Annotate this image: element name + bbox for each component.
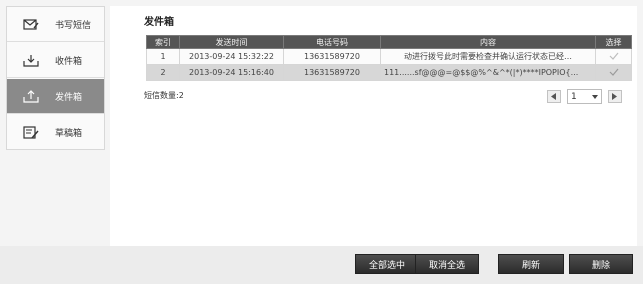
cell-content[interactable]: 动进行拨号此时需要检查并确认运行状态已经… (380, 48, 596, 65)
prev-page-button[interactable] (547, 90, 561, 103)
chevron-down-icon (592, 94, 598, 99)
cell-index: 1 (146, 48, 180, 65)
cell-phone: 13631589720 (283, 64, 381, 81)
table-header-row: 索引 发送时间 电话号码 内容 选择 (146, 35, 632, 49)
sidebar-item-inbox[interactable]: 收件箱 (7, 43, 104, 78)
sidebar-item-compose[interactable]: 书写短信 (7, 7, 104, 42)
sidebar-item-label: 发件箱 (55, 92, 83, 103)
column-header-index: 索引 (146, 35, 180, 49)
sidebar-item-label: 书写短信 (55, 20, 92, 31)
page-select[interactable]: 1 (567, 89, 602, 104)
select-checkbox[interactable] (595, 64, 632, 81)
sidebar-item-outbox[interactable]: 发件箱 (7, 79, 104, 114)
drafts-icon (23, 126, 39, 140)
column-header-time: 发送时间 (179, 35, 284, 49)
checkmark-icon (609, 68, 618, 76)
sidebar: 书写短信 收件箱 发件箱 草稿箱 (6, 6, 105, 150)
table-row[interactable]: 2 2013-09-24 15:16:40 13631589720 111...… (146, 64, 632, 81)
column-header-select: 选择 (595, 35, 632, 49)
arrow-right-icon (612, 93, 617, 100)
column-header-content: 内容 (380, 35, 596, 49)
checkmark-icon (609, 52, 618, 60)
page-select-value: 1 (571, 91, 577, 102)
cell-time: 2013-09-24 15:16:40 (179, 64, 284, 81)
sidebar-item-label: 草稿箱 (55, 129, 83, 139)
message-count: 短信数量:2 (144, 91, 184, 100)
sidebar-item-drafts[interactable]: 草稿箱 (7, 115, 104, 150)
select-checkbox[interactable] (595, 48, 632, 65)
delete-button[interactable]: 删除 (569, 254, 633, 274)
sidebar-item-label: 收件箱 (55, 56, 83, 67)
pagination: 1 (547, 89, 622, 104)
outbox-icon (23, 89, 39, 103)
next-page-button[interactable] (608, 90, 622, 103)
inbox-icon (23, 53, 39, 67)
column-header-phone: 电话号码 (283, 35, 381, 49)
arrow-left-icon (551, 93, 556, 100)
message-table: 索引 发送时间 电话号码 内容 选择 1 2013-09-24 15:32:22… (146, 35, 632, 81)
cell-content[interactable]: 111......sf@@@=@$$@%^&^*(|*)****IPOPIO{.… (380, 64, 596, 81)
page-title: 发件箱 (144, 17, 174, 28)
refresh-button[interactable]: 刷新 (498, 254, 564, 274)
cell-time: 2013-09-24 15:32:22 (179, 48, 284, 65)
select-all-button[interactable]: 全部选中 (355, 254, 419, 274)
cell-phone: 13631589720 (283, 48, 381, 65)
cancel-select-all-button[interactable]: 取消全选 (415, 254, 479, 274)
compose-icon (23, 17, 39, 31)
table-row[interactable]: 1 2013-09-24 15:32:22 13631589720 动进行拨号此… (146, 48, 632, 65)
cell-index: 2 (146, 64, 180, 81)
